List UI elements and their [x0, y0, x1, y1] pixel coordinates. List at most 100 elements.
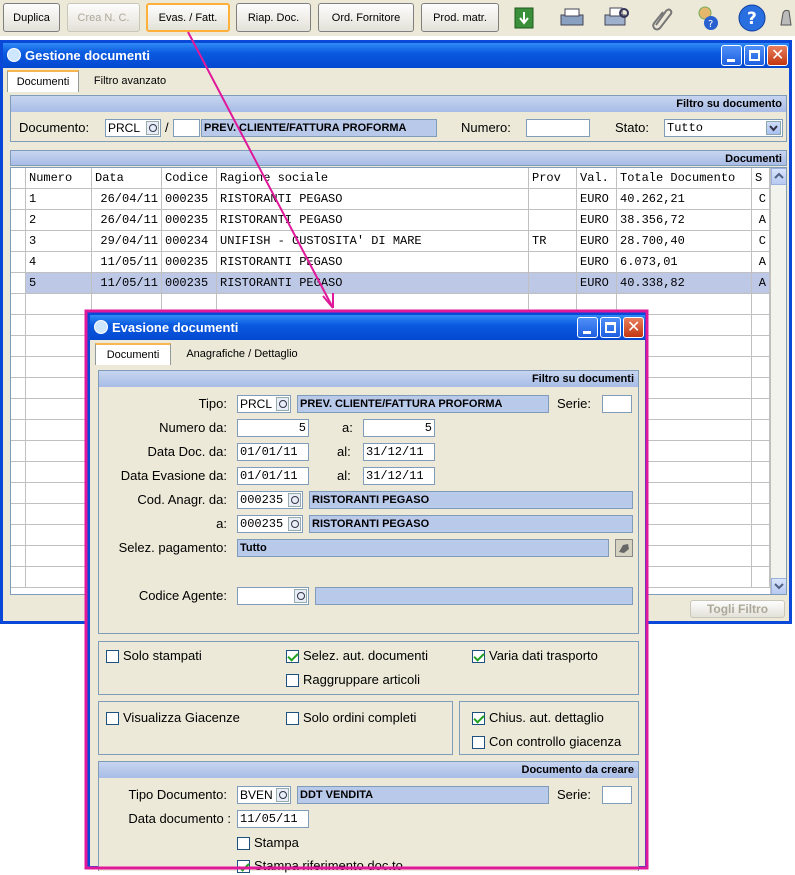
table-cell[interactable]: 1	[26, 189, 92, 210]
lookup-icon[interactable]	[288, 517, 301, 531]
data-doc-al-field[interactable]: 31/12/11	[363, 443, 435, 461]
table-cell[interactable]: 2	[26, 210, 92, 231]
print-preview-icon[interactable]	[601, 3, 631, 32]
pagamento-picker-icon[interactable]	[615, 539, 633, 557]
table-cell[interactable]: 40.262,21	[617, 189, 752, 210]
table-cell[interactable]: 000235	[162, 189, 217, 210]
table-cell[interactable]: A	[752, 273, 770, 294]
table-cell[interactable]	[529, 273, 577, 294]
table-cell[interactable]: RISTORANTI PEGASO	[217, 252, 529, 273]
table-cell[interactable]: A	[752, 210, 770, 231]
minimize-button[interactable]	[577, 317, 598, 338]
table-cell[interactable]: 000235	[162, 252, 217, 273]
table-cell[interactable]	[26, 378, 92, 399]
table-cell[interactable]	[529, 210, 577, 231]
row-selector[interactable]	[11, 357, 26, 378]
cod-anagr-a-field[interactable]: 000235	[237, 515, 303, 533]
help-icon[interactable]: ?	[737, 3, 767, 32]
varia-trasporto-checkbox[interactable]	[472, 650, 485, 663]
row-selector[interactable]	[11, 420, 26, 441]
lookup-icon[interactable]	[276, 788, 289, 802]
table-cell[interactable]: 26/04/11	[92, 210, 162, 231]
table-cell[interactable]	[752, 546, 770, 567]
scroll-up-icon[interactable]	[771, 168, 786, 185]
serie-field[interactable]	[602, 395, 632, 413]
tipo-documento-code-field[interactable]: BVEN	[237, 786, 291, 804]
attach-icon[interactable]	[646, 3, 676, 32]
maximize-button[interactable]	[744, 45, 765, 66]
duplica-button[interactable]: Duplica	[3, 3, 60, 32]
table-cell[interactable]	[752, 525, 770, 546]
tab-documenti[interactable]: Documenti	[95, 343, 171, 365]
visualizza-giacenze-checkbox[interactable]	[106, 712, 119, 725]
table-cell[interactable]	[752, 294, 770, 315]
selez-aut-checkbox[interactable]	[286, 650, 299, 663]
lookup-icon[interactable]	[276, 397, 289, 411]
table-cell[interactable]: 11/05/11	[92, 252, 162, 273]
solo-ordini-checkbox[interactable]	[286, 712, 299, 725]
serie-field[interactable]	[602, 786, 632, 804]
table-cell[interactable]: EURO	[577, 252, 617, 273]
print-icon[interactable]	[557, 3, 587, 32]
produzione-matricole-button[interactable]: Prod. matr.	[421, 3, 499, 32]
export-icon[interactable]	[509, 3, 539, 32]
row-selector[interactable]	[11, 441, 26, 462]
table-cell[interactable]	[26, 294, 92, 315]
column-header[interactable]: Numero	[26, 168, 92, 189]
column-header[interactable]: Totale Documento	[617, 168, 752, 189]
vertical-scrollbar[interactable]	[770, 168, 786, 594]
table-cell[interactable]	[26, 525, 92, 546]
table-cell[interactable]	[752, 567, 770, 588]
table-cell[interactable]: TR	[529, 231, 577, 252]
stampa-riferimento-checkbox[interactable]	[237, 860, 250, 873]
table-cell[interactable]	[529, 252, 577, 273]
lookup-icon[interactable]	[146, 121, 159, 135]
table-cell[interactable]: 5	[26, 273, 92, 294]
row-selector[interactable]	[11, 189, 26, 210]
table-cell[interactable]	[752, 378, 770, 399]
table-cell[interactable]	[752, 336, 770, 357]
column-header[interactable]: Codice	[162, 168, 217, 189]
table-cell[interactable]: C	[752, 231, 770, 252]
table-cell[interactable]	[26, 567, 92, 588]
data-evasione-da-field[interactable]: 01/01/11	[237, 467, 309, 485]
minimize-button[interactable]	[721, 45, 742, 66]
maximize-button[interactable]	[600, 317, 621, 338]
ordine-fornitore-button[interactable]: Ord. Fornitore	[318, 3, 414, 32]
cod-anagr-da-field[interactable]: 000235	[237, 491, 303, 509]
row-selector[interactable]	[11, 252, 26, 273]
table-cell[interactable]	[752, 483, 770, 504]
data-documento-field[interactable]: 11/05/11	[237, 810, 309, 828]
lookup-icon[interactable]	[288, 493, 301, 507]
table-cell[interactable]	[752, 357, 770, 378]
agente-code-field[interactable]	[237, 587, 309, 605]
table-cell[interactable]: 28.700,40	[617, 231, 752, 252]
table-cell[interactable]	[752, 462, 770, 483]
tab-anagrafiche-dettaglio[interactable]: Anagrafiche / Dettaglio	[176, 343, 308, 365]
table-cell[interactable]	[752, 315, 770, 336]
row-selector[interactable]	[11, 336, 26, 357]
table-cell[interactable]: 29/04/11	[92, 231, 162, 252]
user-help-icon[interactable]: ?	[692, 3, 722, 32]
tab-documenti[interactable]: Documenti	[7, 70, 79, 92]
row-selector[interactable]	[11, 504, 26, 525]
numero-da-field[interactable]: 5	[237, 419, 309, 437]
table-cell[interactable]	[752, 441, 770, 462]
numero-field[interactable]	[526, 119, 590, 137]
table-cell[interactable]: A	[752, 252, 770, 273]
table-cell[interactable]: EURO	[577, 273, 617, 294]
table-cell[interactable]: 11/05/11	[92, 273, 162, 294]
table-cell[interactable]: 26/04/11	[92, 189, 162, 210]
stampa-checkbox[interactable]	[237, 837, 250, 850]
documento-serie-field[interactable]	[173, 119, 200, 137]
table-cell[interactable]: 40.338,82	[617, 273, 752, 294]
row-selector[interactable]	[11, 273, 26, 294]
data-evasione-al-field[interactable]: 31/12/11	[363, 467, 435, 485]
evasione-fattura-button[interactable]: Evas. / Fatt.	[146, 3, 230, 32]
row-selector[interactable]	[11, 399, 26, 420]
table-cell[interactable]	[26, 462, 92, 483]
table-cell[interactable]	[26, 546, 92, 567]
close-button[interactable]: ✕	[767, 45, 788, 66]
row-selector[interactable]	[11, 294, 26, 315]
table-cell[interactable]	[26, 420, 92, 441]
